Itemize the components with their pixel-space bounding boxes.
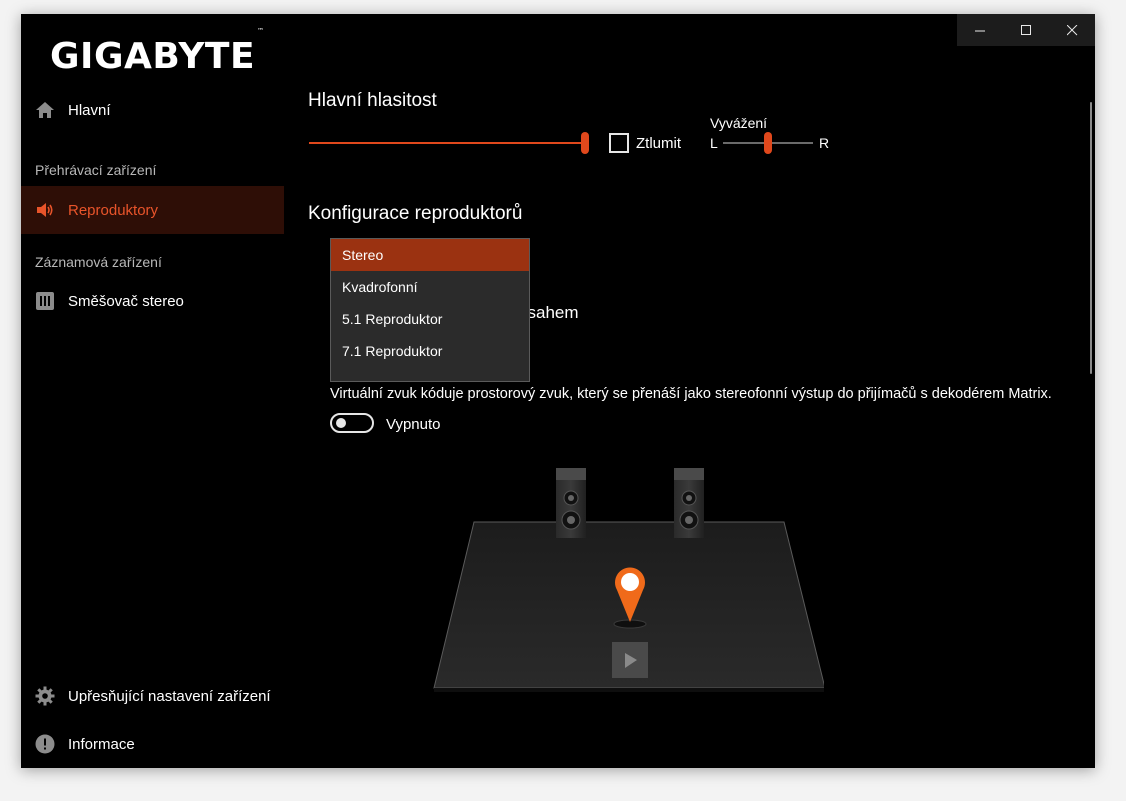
balance-thumb[interactable] [764, 132, 772, 154]
toggle-knob [336, 418, 346, 428]
gear-icon [35, 686, 55, 706]
volume-title: Hlavní hlasitost [308, 90, 437, 111]
sidebar-item-advanced-settings[interactable]: Upřesňující nastavení zařízení [21, 672, 284, 720]
speaker-icon [35, 200, 55, 220]
balance-right-label: R [819, 135, 830, 151]
volume-fill [309, 142, 585, 144]
section-playback-devices: Přehrávací zařízení [35, 162, 157, 178]
speaker-config-title: Konfigurace reproduktorů [308, 203, 523, 224]
sidebar-item-smesovac-stereo[interactable]: Směšovač stereo [21, 277, 284, 325]
sidebar-item-label: Hlavní [68, 101, 111, 119]
volume-thumb[interactable] [581, 132, 589, 154]
main-content: Hlavní hlasitost Ztlumit Vyvážení L R Ko… [284, 14, 1095, 768]
gigabyte-logo: GIGABYTE™ [50, 27, 265, 77]
speaker-right[interactable] [674, 468, 704, 538]
sidebar: GIGABYTE™ Hlavní Přehrávací zařízení Rep… [21, 14, 284, 768]
virtual-sound-toggle[interactable] [330, 413, 374, 433]
sidebar-item-label: Směšovač stereo [68, 292, 184, 310]
dropdown-option[interactable]: Stereo [331, 239, 529, 271]
app-window: GIGABYTE™ Hlavní Přehrávací zařízení Rep… [21, 14, 1095, 768]
sidebar-item-label: Upřesňující nastavení zařízení [68, 687, 271, 705]
sidebar-item-label: Informace [68, 735, 135, 753]
section-recording-devices: Záznamová zařízení [35, 254, 162, 270]
dropdown-option[interactable]: 7.1 Reproduktor [331, 335, 529, 367]
balance-left-label: L [710, 135, 718, 151]
speaker-stage-illustration [433, 468, 824, 692]
sidebar-item-hlavni[interactable]: Hlavní [21, 86, 284, 134]
sidebar-item-reproduktory[interactable]: Reproduktory [21, 186, 284, 234]
speaker-config-dropdown[interactable]: Stereo Kvadrofonní 5.1 Reproduktor 7.1 R… [330, 238, 530, 382]
sidebar-item-label: Reproduktory [68, 201, 159, 219]
info-icon [35, 734, 55, 754]
balance-label: Vyvážení [710, 115, 768, 131]
mute-label: Ztlumit [636, 135, 681, 152]
dropdown-option[interactable]: 5.1 Reproduktor [331, 303, 529, 335]
mixer-icon [35, 291, 55, 311]
mute-checkbox[interactable] [609, 133, 629, 153]
home-icon [35, 100, 55, 120]
play-test-button[interactable] [612, 642, 648, 678]
dropdown-option[interactable]: Kvadrofonní [331, 271, 529, 303]
virtual-sound-toggle-label: Vypnuto [386, 416, 441, 433]
speaker-left[interactable] [556, 468, 586, 538]
scrollbar[interactable] [1090, 102, 1092, 374]
virtual-sound-description: Virtuální zvuk kóduje prostorový zvuk, k… [330, 386, 1052, 402]
sidebar-item-informace[interactable]: Informace [21, 720, 284, 768]
